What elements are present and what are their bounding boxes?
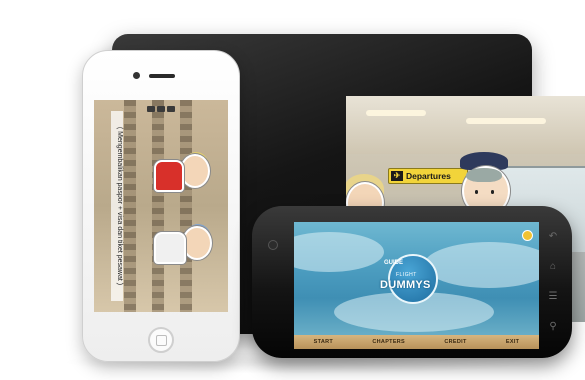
departures-icon: ✈ <box>391 171 403 181</box>
exit-button[interactable]: EXIT <box>506 339 519 345</box>
iphone-device: ( Mengembalikan paspor + visa dan tiket … <box>82 50 240 362</box>
android-soft-keys: ↶ ⌂ ☰ ⚲ <box>546 232 560 332</box>
pilot-character <box>154 222 214 272</box>
speaker-grille <box>149 74 175 78</box>
android-device: GUIDE FLIGHT DUMMYS START CHAPTERS CREDI… <box>252 206 572 358</box>
studio-badge <box>507 227 533 241</box>
game-logo: GUIDE FLIGHT DUMMYS <box>380 252 446 304</box>
credit-button[interactable]: CREDIT <box>444 339 466 345</box>
menu-icon-strip[interactable] <box>142 105 180 113</box>
menu-icon[interactable] <box>157 106 165 112</box>
menu-icon[interactable] <box>147 106 155 112</box>
home-button[interactable] <box>148 327 174 353</box>
logo-flight-text: FLIGHT <box>396 272 417 278</box>
menu-icon[interactable]: ☰ <box>549 292 558 302</box>
back-icon[interactable]: ↶ <box>549 232 557 242</box>
ceiling-light <box>466 118 546 124</box>
start-button[interactable]: START <box>314 339 333 345</box>
camera-icon <box>268 240 278 250</box>
chapters-button[interactable]: CHAPTERS <box>372 339 405 345</box>
search-icon[interactable]: ⚲ <box>549 322 556 332</box>
menu-icon[interactable] <box>167 106 175 112</box>
badge-icon <box>522 230 533 241</box>
iphone-screen: ( Mengembalikan paspor + visa dan tiket … <box>94 100 228 312</box>
passenger-character <box>154 150 214 200</box>
main-menu-bar: START CHAPTERS CREDIT EXIT <box>294 335 539 349</box>
ceiling-light <box>366 110 426 116</box>
airport-ceiling <box>346 96 585 154</box>
android-screen: GUIDE FLIGHT DUMMYS START CHAPTERS CREDI… <box>294 222 539 349</box>
logo-dummies-text: DUMMYS <box>380 279 431 291</box>
home-icon[interactable]: ⌂ <box>550 262 556 272</box>
camera-icon <box>133 72 140 79</box>
iphone-caption: ( Mengembalikan paspor + visa dan tiket … <box>111 111 123 301</box>
logo-guide-text: GUIDE <box>384 260 404 266</box>
departures-sign-label: Departures <box>406 171 451 181</box>
device-showcase: ✈ Departures asinya <box>0 0 585 380</box>
